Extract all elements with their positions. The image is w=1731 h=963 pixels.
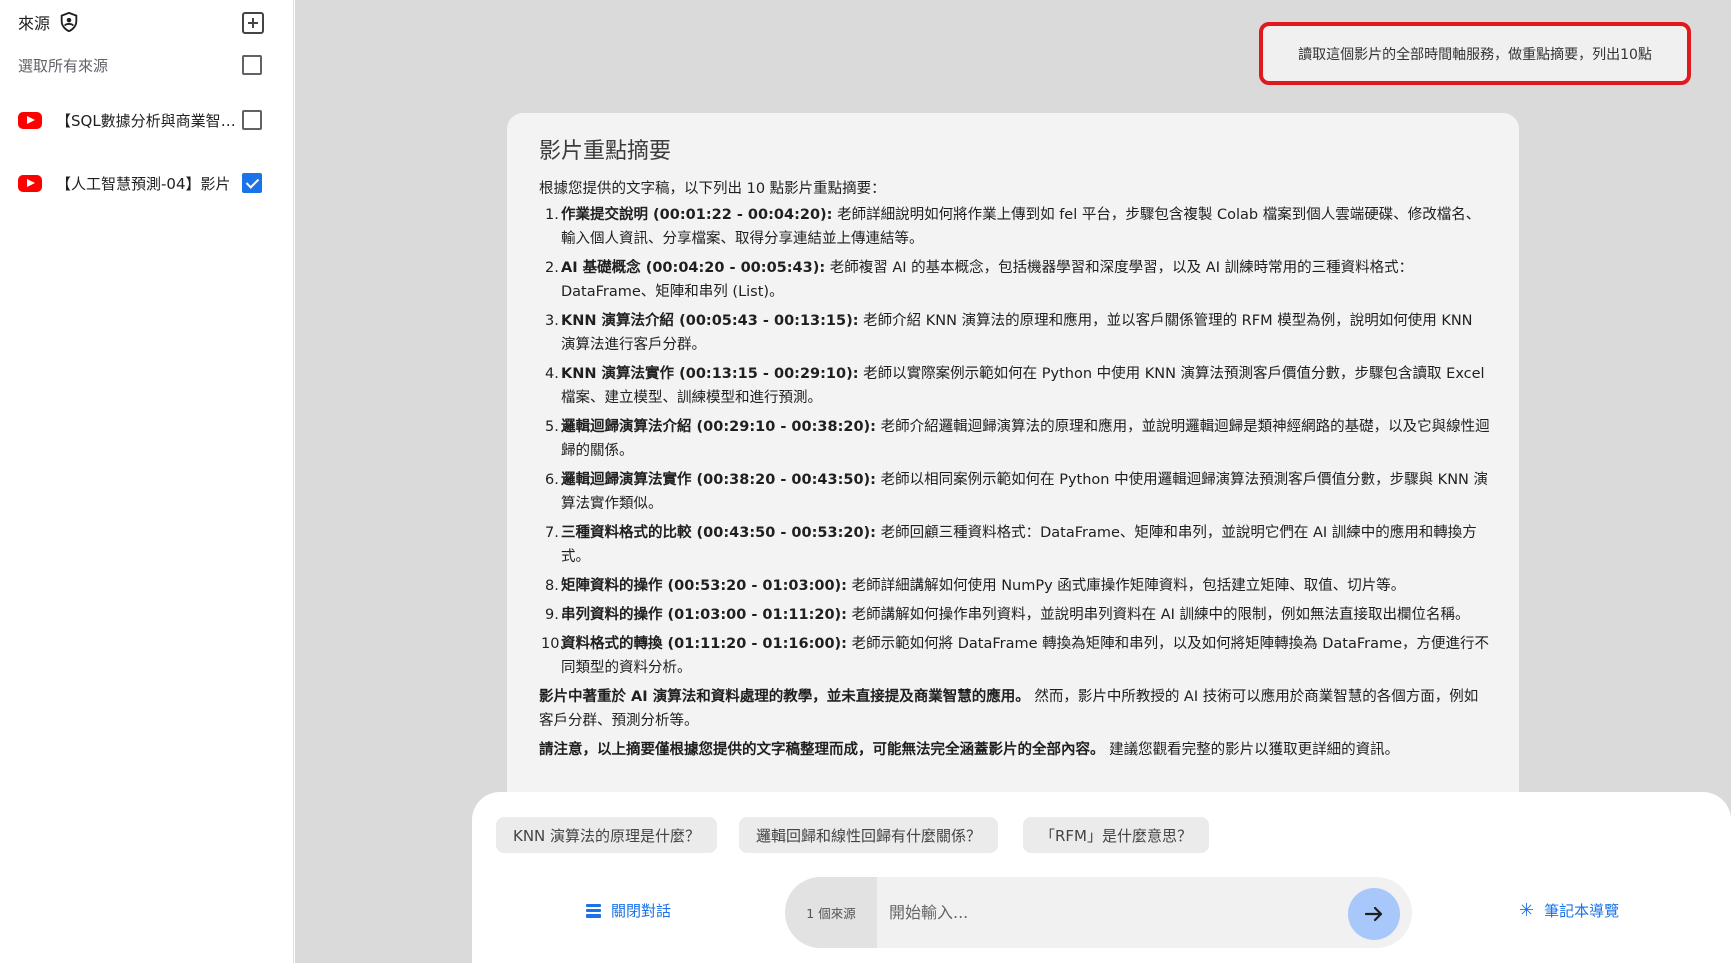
source-checkbox[interactable] bbox=[242, 110, 262, 130]
select-all-row[interactable]: 選取所有來源 bbox=[0, 45, 294, 85]
suggestion-chip[interactable]: 邏輯回歸和線性回歸有什麼關係？ bbox=[739, 817, 999, 853]
source-checkbox[interactable] bbox=[242, 173, 262, 193]
add-source-button[interactable] bbox=[242, 12, 264, 34]
source-name[interactable]: 【人工智慧預測-04】影片 bbox=[56, 173, 236, 194]
list-item: 8. 矩陣資料的操作 (00:53:20 - 01:03:00): 老師詳細講解如… bbox=[545, 578, 1406, 594]
chat-panel-icon bbox=[586, 903, 601, 918]
response-card: 影片重點摘要 根據您提供的文字稿，以下列出 10 點影片重點摘要： 1. 作業提交… bbox=[507, 113, 1519, 813]
close-chat-button[interactable]: 關閉對話 bbox=[586, 900, 671, 921]
notebook-guide-button[interactable]: ✳ 筆記本導覽 bbox=[1519, 900, 1619, 921]
notebook-guide-label: 筆記本導覽 bbox=[1544, 902, 1620, 920]
chat-input-box: 1 個來源 bbox=[785, 877, 1412, 948]
shield-icon[interactable] bbox=[58, 11, 80, 33]
arrow-right-icon bbox=[1364, 906, 1383, 922]
list-item: 6. 邏輯迴歸演算法實作 (00:38:20 - 00:43:50): 老師以相同… bbox=[545, 472, 1488, 512]
sparkle-icon: ✳ bbox=[1519, 900, 1535, 921]
source-name[interactable]: 【SQL數據分析與商業智慧】影片 bbox=[56, 110, 236, 131]
list-item: 1. 作業提交說明 (00:01:22 - 00:04:20): 老師詳細說明如何… bbox=[545, 207, 1481, 247]
suggestion-chip[interactable]: KNN 演算法的原理是什麼？ bbox=[496, 817, 718, 853]
youtube-icon bbox=[18, 111, 42, 129]
response-title: 影片重點摘要 bbox=[539, 139, 672, 164]
suggestion-chip[interactable]: 「RFM」是什麼意思？ bbox=[1023, 817, 1209, 853]
response-note: 請注意，以上摘要僅根據您提供的文字稿整理而成，可能無法完全涵蓋影片的全部內容。 … bbox=[539, 742, 1400, 758]
sources-sidebar: 來源 選取所有來源 【SQL數據分析與商業智慧】影片 【人工智慧預測-04】影片 bbox=[0, 0, 294, 963]
response-intro: 根據您提供的文字稿，以下列出 10 點影片重點摘要： bbox=[539, 181, 886, 197]
list-item: 4. KNN 演算法實作 (00:13:15 - 00:29:10): 老師以實際… bbox=[545, 366, 1485, 406]
sources-title: 來源 bbox=[18, 14, 51, 33]
source-count-badge[interactable]: 1 個來源 bbox=[785, 877, 877, 948]
summary-list: 1. 作業提交說明 (00:01:22 - 00:04:20): 老師詳細說明如何… bbox=[539, 203, 1491, 680]
response-note: 影片中著重於 AI 演算法和資料處理的教學，並未直接提及商業智慧的應用。 然而，… bbox=[539, 689, 1479, 729]
list-item: 2. AI 基礎概念 (00:04:20 - 00:05:43): 老師複習 AI… bbox=[545, 260, 1414, 300]
source-item[interactable]: 【人工智慧預測-04】影片 bbox=[0, 163, 294, 203]
chat-input-panel: KNN 演算法的原理是什麼？ 邏輯回歸和線性回歸有什麼關係？ 「RFM」是什麼意… bbox=[472, 792, 1731, 963]
select-all-checkbox[interactable] bbox=[242, 55, 262, 75]
chat-input[interactable] bbox=[877, 877, 1412, 948]
user-message: 讀取這個影片的全部時間軸服務，做重點摘要，列出10點 bbox=[1259, 22, 1691, 85]
list-item: 5. 邏輯迴歸演算法介紹 (00:29:10 - 00:38:20): 老師介紹邏… bbox=[545, 419, 1490, 459]
send-button[interactable] bbox=[1348, 888, 1400, 940]
list-item: 10. 資料格式的轉換 (01:11:20 - 01:16:00): 老師示範如何… bbox=[541, 636, 1490, 676]
list-item: 9. 串列資料的操作 (01:03:00 - 01:11:20): 老師講解如何操… bbox=[545, 607, 1470, 623]
sources-header: 來源 bbox=[0, 2, 294, 42]
close-chat-label: 關閉對話 bbox=[611, 902, 672, 920]
list-item: 3. KNN 演算法介紹 (00:05:43 - 00:13:15): 老師介紹 … bbox=[545, 313, 1473, 353]
list-item: 7. 三種資料格式的比較 (00:43:50 - 00:53:20): 老師回顧三… bbox=[545, 525, 1477, 565]
youtube-icon bbox=[18, 174, 42, 192]
select-all-label: 選取所有來源 bbox=[18, 56, 109, 75]
source-item[interactable]: 【SQL數據分析與商業智慧】影片 bbox=[0, 100, 294, 140]
